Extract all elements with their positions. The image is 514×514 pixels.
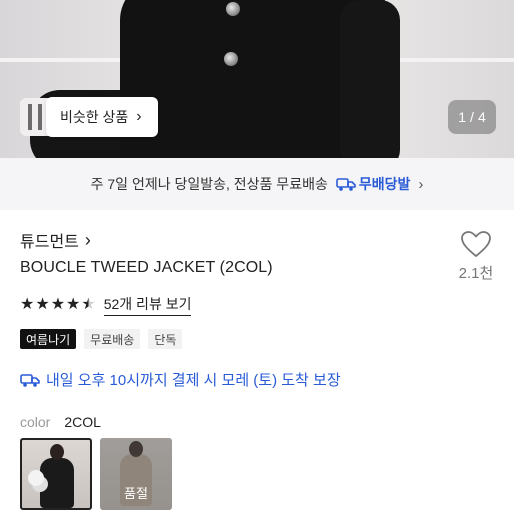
- brand-name: 튜드먼트: [20, 234, 79, 251]
- jacket-button-top: [226, 2, 240, 16]
- star-full-icon: ★: [35, 296, 50, 313]
- swatch-figure: [40, 458, 74, 508]
- page-current: 1: [458, 109, 467, 125]
- similar-products-button[interactable]: 비슷한 상품 ›: [46, 97, 158, 137]
- tag-summer: 여름나기: [20, 329, 77, 349]
- like-count: 2.1천: [458, 265, 494, 282]
- truck-icon: [20, 373, 40, 387]
- color-label: color: [20, 414, 51, 430]
- arrival-guarantee: 내일 오후 10시까지 결제 시 모레 (토) 도착 보장: [20, 369, 341, 390]
- sold-out-label: 품절: [124, 485, 148, 501]
- swatch-flowers: [28, 470, 44, 486]
- chevron-right-icon: ›: [136, 108, 142, 125]
- truck-icon: [336, 178, 356, 191]
- star-half-icon: ★: [81, 296, 96, 313]
- heart-icon: [461, 231, 491, 257]
- free-delivery-badge: 무배당발: [336, 174, 411, 194]
- sold-out-overlay: 품절: [100, 438, 172, 510]
- color-option-beige[interactable]: 품절: [100, 438, 172, 510]
- star-rating: ★ ★ ★ ★ ★: [20, 297, 96, 313]
- swatch-head: [50, 444, 64, 460]
- color-option-black[interactable]: [20, 438, 92, 510]
- like-button[interactable]: 2.1천: [456, 230, 496, 283]
- similar-products-label: 비슷한 상품: [60, 109, 129, 125]
- color-value: 2COL: [64, 414, 101, 430]
- page-total: 4: [477, 109, 486, 125]
- color-selector-header: color 2COL: [20, 414, 101, 430]
- chevron-right-icon: ›: [418, 175, 424, 193]
- reviews-link[interactable]: 52개 리뷰 보기: [103, 294, 192, 316]
- product-title: BOUCLE TWEED JACKET (2COL): [20, 259, 273, 276]
- tag-exclusive: 단독: [148, 329, 183, 349]
- tag-free-shipping: 무료배송: [84, 329, 141, 349]
- brand-link[interactable]: 튜드먼트 ›: [20, 228, 91, 252]
- jacket-button-middle: [224, 52, 238, 66]
- chevron-right-icon: ›: [84, 229, 91, 250]
- free-delivery-label: 무배당발: [358, 176, 411, 192]
- delivery-banner[interactable]: 주 7일 언제나 당일발송, 전상품 무료배송 무배당발 ›: [0, 158, 514, 210]
- arrival-guarantee-text: 내일 오후 10시까지 결제 시 모레 (토) 도착 보장: [46, 372, 341, 389]
- delivery-text: 주 7일 언제나 당일발송, 전상품 무료배송: [90, 176, 328, 192]
- star-full-icon: ★: [20, 296, 35, 313]
- star-full-icon: ★: [66, 296, 81, 313]
- image-page-counter: 1 / 4: [448, 100, 496, 134]
- model-arm-right: [340, 0, 400, 158]
- product-hero-image[interactable]: 비슷한 상품 › 1 / 4: [0, 0, 514, 158]
- star-full-icon: ★: [50, 296, 66, 313]
- product-tags: 여름나기 무료배송 단독: [20, 329, 183, 349]
- page-separator: /: [470, 109, 474, 125]
- rating-row: ★ ★ ★ ★ ★ 52개 리뷰 보기: [20, 294, 192, 316]
